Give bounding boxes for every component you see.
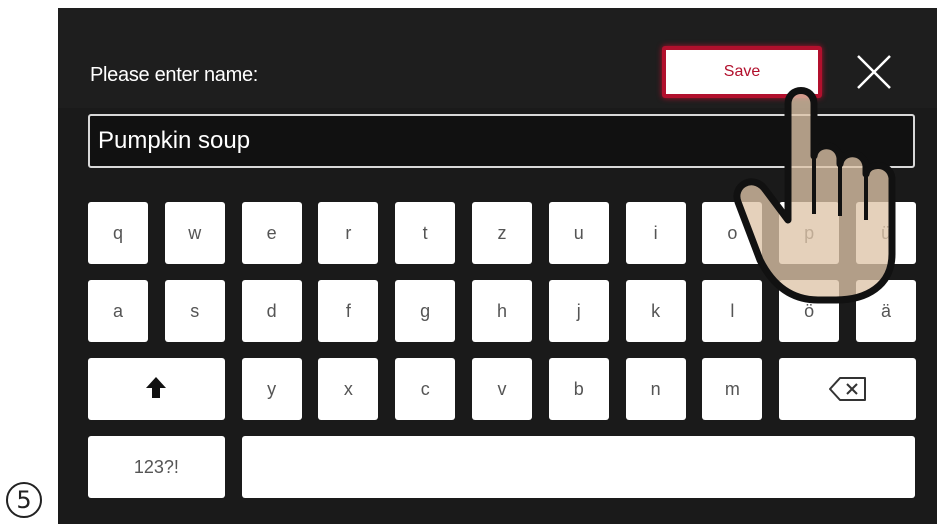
save-button[interactable]: Save	[662, 46, 822, 98]
shift-arrow-icon	[146, 377, 167, 398]
key-e[interactable]: e	[241, 202, 302, 264]
key-y[interactable]: y	[241, 358, 302, 420]
key-d[interactable]: d	[241, 280, 302, 342]
key-l[interactable]: l	[702, 280, 763, 342]
key-f[interactable]: f	[318, 280, 379, 342]
key-v[interactable]: v	[472, 358, 532, 420]
key-i[interactable]: i	[625, 202, 686, 264]
key-ä[interactable]: ä	[856, 280, 916, 342]
name-entry-dialog: Please enter name: Save Pumpkin soup qwe…	[58, 8, 937, 524]
backspace-key[interactable]	[779, 358, 916, 420]
key-n[interactable]: n	[625, 358, 686, 420]
key-x[interactable]: x	[318, 358, 379, 420]
key-ö[interactable]: ö	[779, 280, 840, 342]
key-b[interactable]: b	[548, 358, 609, 420]
key-k[interactable]: k	[625, 280, 686, 342]
key-z[interactable]: z	[472, 202, 532, 264]
key-h[interactable]: h	[472, 280, 532, 342]
key-p[interactable]: p	[779, 202, 840, 264]
key-o[interactable]: o	[702, 202, 763, 264]
key-a[interactable]: a	[88, 280, 148, 342]
numbers-symbols-key[interactable]: 123?!	[88, 436, 225, 498]
close-icon[interactable]	[854, 52, 894, 92]
key-m[interactable]: m	[702, 358, 763, 420]
key-c[interactable]: c	[395, 358, 456, 420]
key-t[interactable]: t	[395, 202, 456, 264]
backspace-icon	[828, 377, 866, 401]
key-q[interactable]: q	[88, 202, 148, 264]
name-prompt: Please enter name:	[90, 64, 259, 86]
key-ü[interactable]: ü	[856, 202, 916, 264]
key-r[interactable]: r	[318, 202, 379, 264]
step-number-badge: 5	[6, 482, 42, 518]
shift-key[interactable]	[88, 358, 225, 420]
space-bar[interactable]	[241, 436, 915, 498]
name-input[interactable]: Pumpkin soup	[88, 114, 915, 168]
key-s[interactable]: s	[164, 280, 225, 342]
key-u[interactable]: u	[548, 202, 609, 264]
key-g[interactable]: g	[395, 280, 456, 342]
key-j[interactable]: j	[548, 280, 609, 342]
key-w[interactable]: w	[164, 202, 225, 264]
